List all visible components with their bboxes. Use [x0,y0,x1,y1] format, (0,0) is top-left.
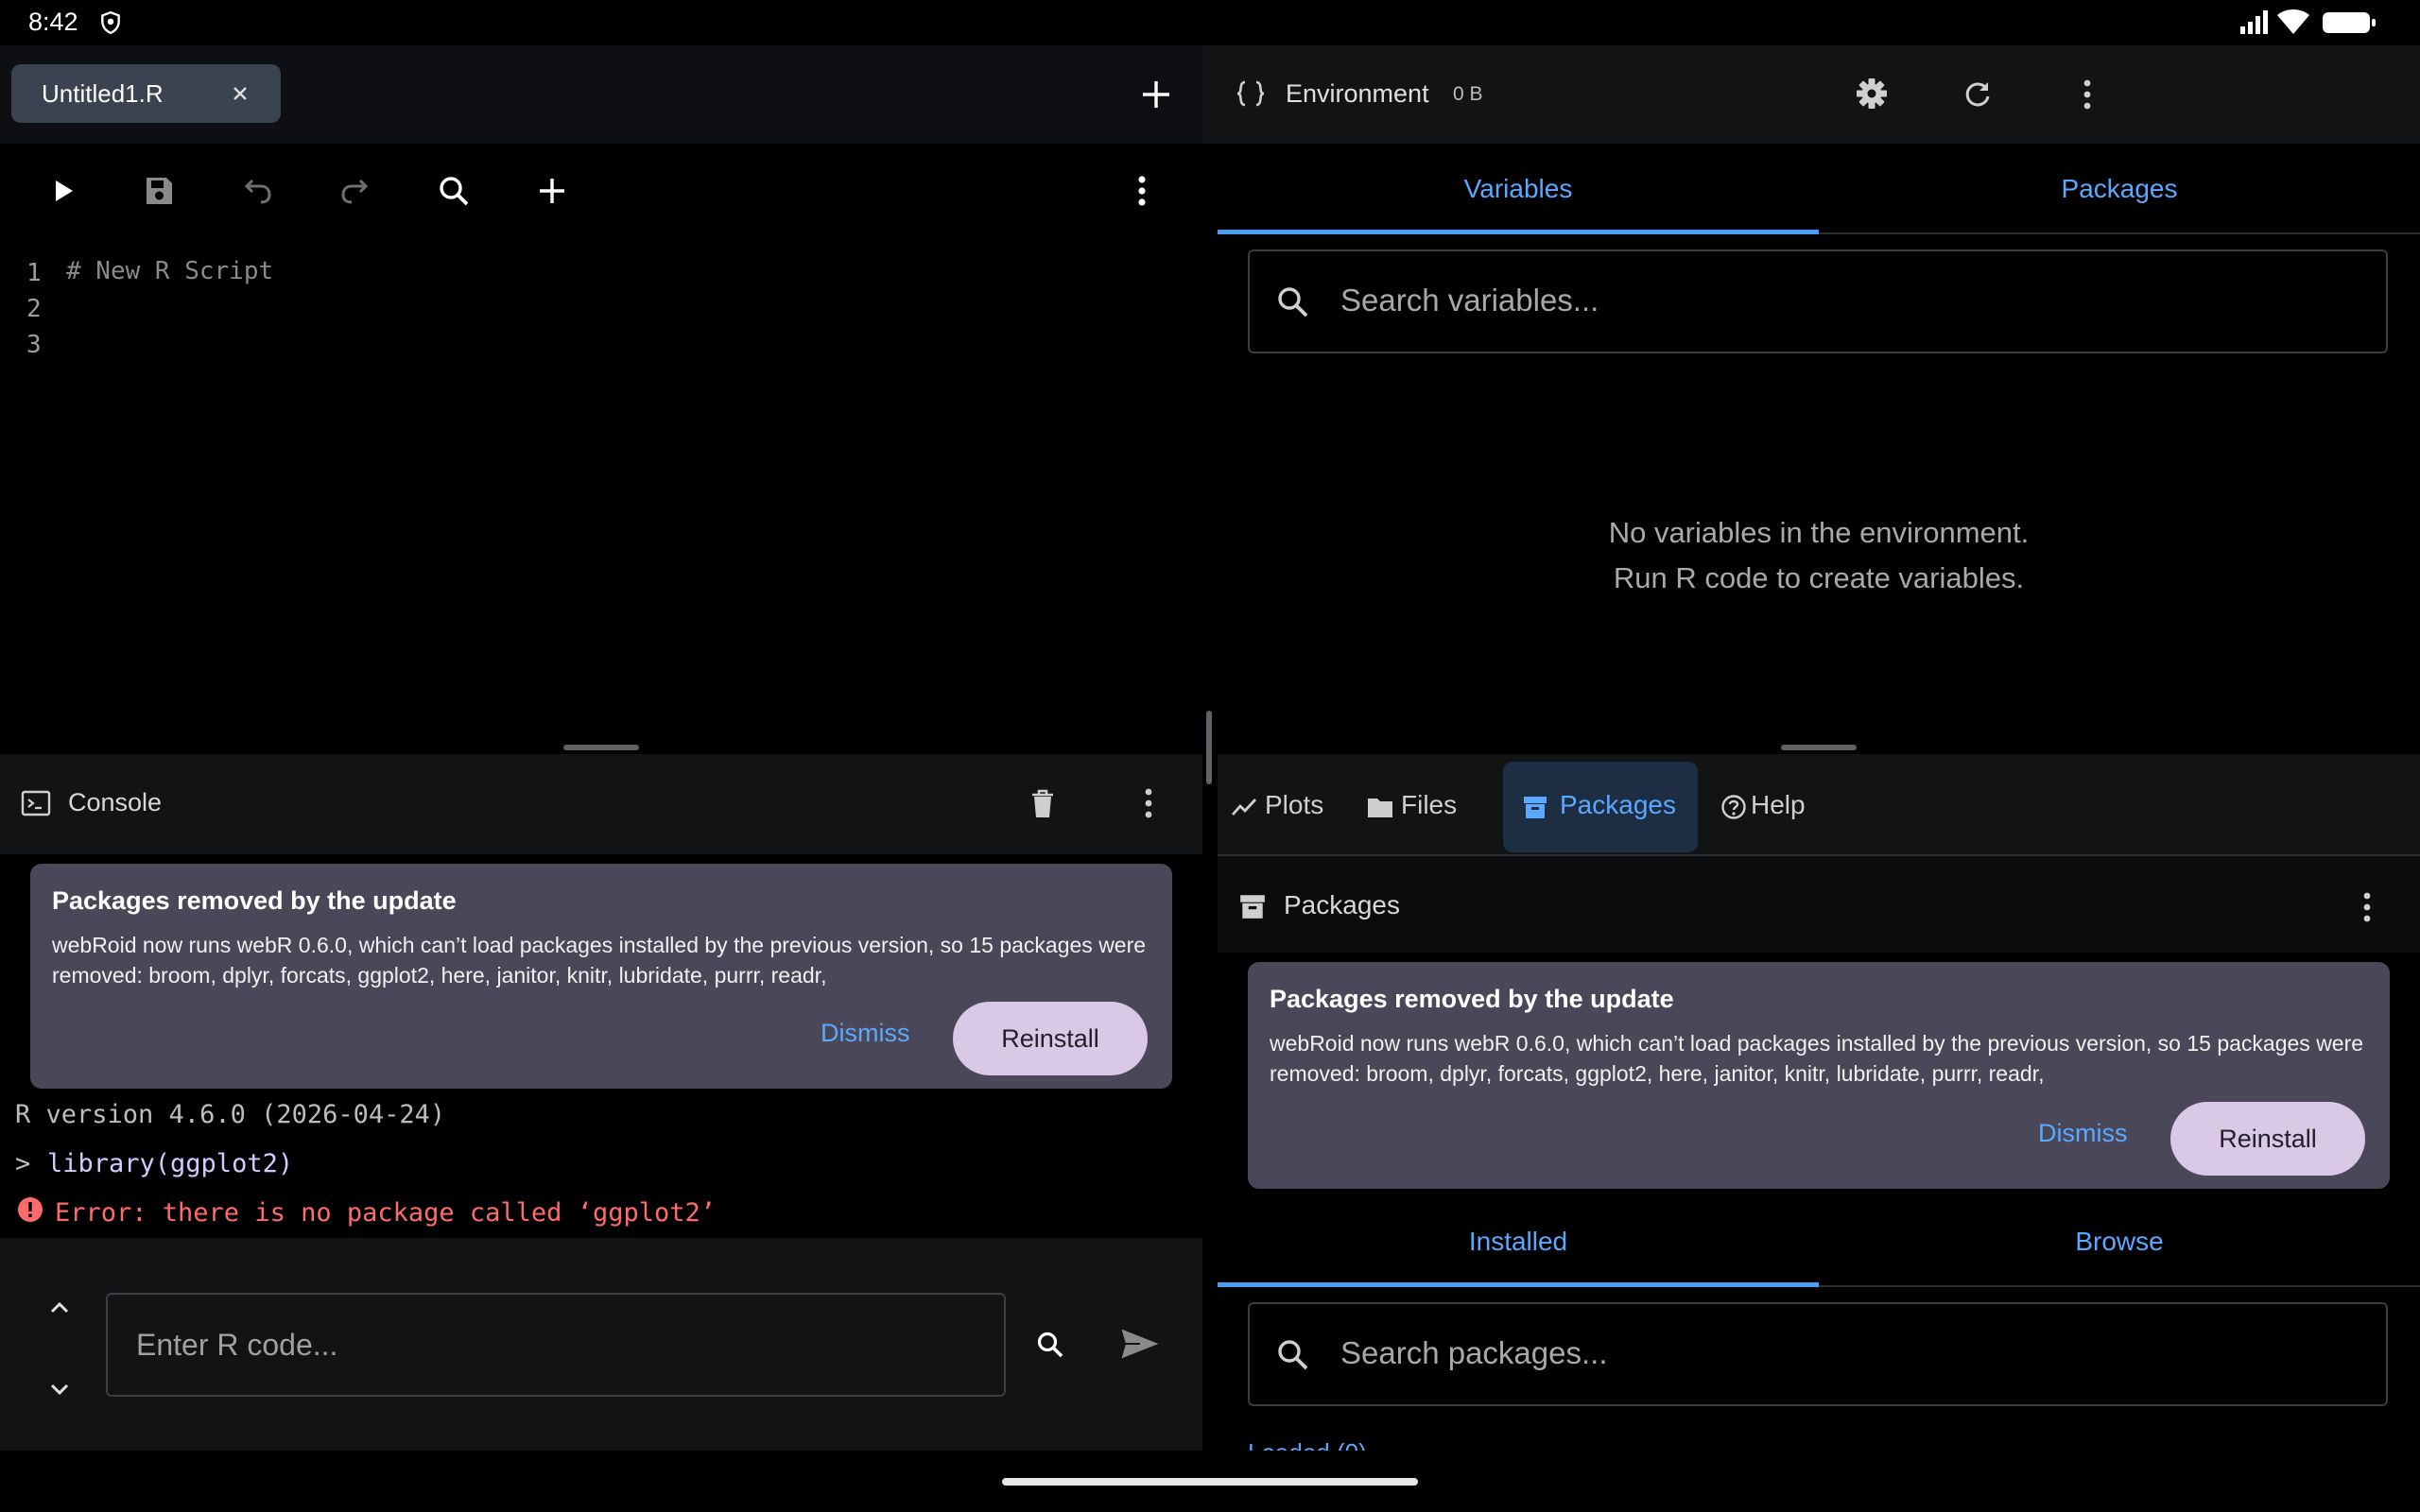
archive-icon [1524,797,1547,818]
reinstall-button[interactable]: Reinstall [953,1002,1148,1075]
add-tab-icon[interactable] [1137,76,1175,113]
editor-toolbar [0,144,1202,240]
tab-browse[interactable]: Browse [1819,1227,2420,1257]
update-notice-banner: Packages removed by the update webRoid n… [1248,962,2390,1189]
search-icon[interactable] [1034,1329,1066,1361]
tab-help[interactable]: Help [1709,762,1823,852]
search-icon [1278,287,1308,318]
environment-tabs: Variables Packages [1218,144,2420,234]
console-input-bar [0,1238,1202,1451]
active-tab-indicator [1218,230,1819,234]
loaded-packages-heading: Loaded (0) [1248,1438,1367,1452]
redo-icon[interactable] [337,172,374,210]
more-options-icon[interactable] [2082,76,2093,113]
environment-title: Environment [1286,79,1429,108]
notice-text: webRoid now runs webR 0.6.0, which can’t… [1270,1031,2364,1086]
packages-search-box [1248,1302,2388,1406]
packages-title: Packages [1284,890,1400,919]
refresh-icon[interactable] [1961,77,1995,111]
r-version-text: R version 4.6.0 (2026-04-24) [15,1100,446,1129]
history-up-icon[interactable] [45,1297,74,1319]
console-header: Console [0,754,1202,854]
packages-header: Packages [1218,854,2420,953]
status-bar: 8:42 [0,0,2420,45]
search-icon[interactable] [435,172,473,210]
wifi-icon [2277,9,2309,34]
error-icon [18,1197,43,1222]
tab-variables[interactable]: Variables [1218,174,1819,204]
empty-line-2: Run R code to create variables. [1613,561,2025,594]
notice-title: Packages removed by the update [52,886,457,915]
tab-files[interactable]: Files [1356,762,1469,852]
help-icon [1721,795,1746,819]
send-icon[interactable] [1117,1325,1163,1363]
more-options-icon[interactable] [2361,888,2373,926]
line-number: 3 [26,331,42,359]
notice-text: webRoid now runs webR 0.6.0, which can’t… [52,933,1147,988]
lower-panel-tabs: Plots Files Packages Help [1218,754,2420,854]
more-options-icon[interactable] [1143,784,1154,822]
console-title: Console [68,788,163,816]
tab-plots[interactable]: Plots [1219,762,1348,852]
tab-label: Packages [1560,790,1676,819]
column-resize-handle[interactable] [1206,711,1212,784]
variables-search-box [1248,249,2388,353]
close-icon[interactable] [229,82,251,105]
signal-icon [2240,10,2268,34]
add-icon[interactable] [533,172,571,210]
console-output: Packages removed by the update webRoid n… [0,854,1202,1238]
run-icon[interactable] [43,172,81,210]
dismiss-button[interactable]: Dismiss [2038,1119,2128,1148]
gear-icon[interactable] [1855,77,1889,111]
environment-size: 0 B [1453,83,1483,105]
undo-icon[interactable] [238,172,276,210]
line-number: 2 [26,295,42,323]
save-icon[interactable] [140,172,178,210]
notice-title: Packages removed by the update [1270,985,1674,1013]
environment-panel-resize-handle[interactable] [1781,745,1857,750]
status-time: 8:42 [28,8,78,36]
editor-console-resize-handle[interactable] [563,745,639,750]
search-packages-input[interactable] [1340,1306,2361,1400]
folder-icon [1368,799,1392,817]
file-tab-untitled[interactable]: Untitled1.R [11,64,281,123]
search-variables-input[interactable] [1340,253,2361,348]
trash-icon[interactable] [1027,786,1059,820]
tab-packages-active[interactable]: Packages [1503,762,1698,852]
battery-icon [2323,12,2376,33]
search-icon [1278,1340,1308,1370]
prompt-symbol: > [15,1149,31,1178]
line-number: 1 [26,259,42,287]
console-command: library(ggplot2) [47,1149,294,1178]
dismiss-button[interactable]: Dismiss [821,1019,910,1048]
error-message: Error: there is no package called ‘ggplo… [55,1198,716,1228]
shield-icon [101,10,120,35]
braces-icon [1236,80,1265,107]
file-tab-label: Untitled1.R [42,79,164,108]
trend-icon [1231,799,1257,816]
empty-environment-message: No variables in the environment. Run R c… [1218,510,2420,601]
more-options-icon[interactable] [1134,172,1150,210]
tab-label: Files [1401,790,1458,819]
environment-header: Environment 0 B [1202,45,2420,144]
navigation-bar [0,1451,2420,1512]
code-line[interactable]: # New R Script [66,257,273,285]
tab-label: Help [1751,790,1806,819]
reinstall-button[interactable]: Reinstall [2170,1102,2365,1176]
empty-line-1: No variables in the environment. [1608,516,2030,549]
code-editor[interactable]: 1 # New R Script 2 3 [0,240,1202,739]
tab-packages[interactable]: Packages [1819,174,2420,204]
home-gesture-handle[interactable] [1002,1478,1418,1486]
update-notice-banner: Packages removed by the update webRoid n… [30,864,1172,1089]
editor-tab-bar: Untitled1.R [0,45,1202,144]
history-down-icon[interactable] [45,1378,74,1400]
tab-label: Plots [1265,790,1324,819]
archive-icon [1240,895,1265,919]
r-code-input[interactable] [106,1293,1006,1397]
packages-subtabs: Installed Browse [1218,1196,2420,1287]
terminal-icon [21,790,51,816]
tab-installed[interactable]: Installed [1218,1227,1819,1257]
active-tab-indicator [1218,1282,1819,1287]
